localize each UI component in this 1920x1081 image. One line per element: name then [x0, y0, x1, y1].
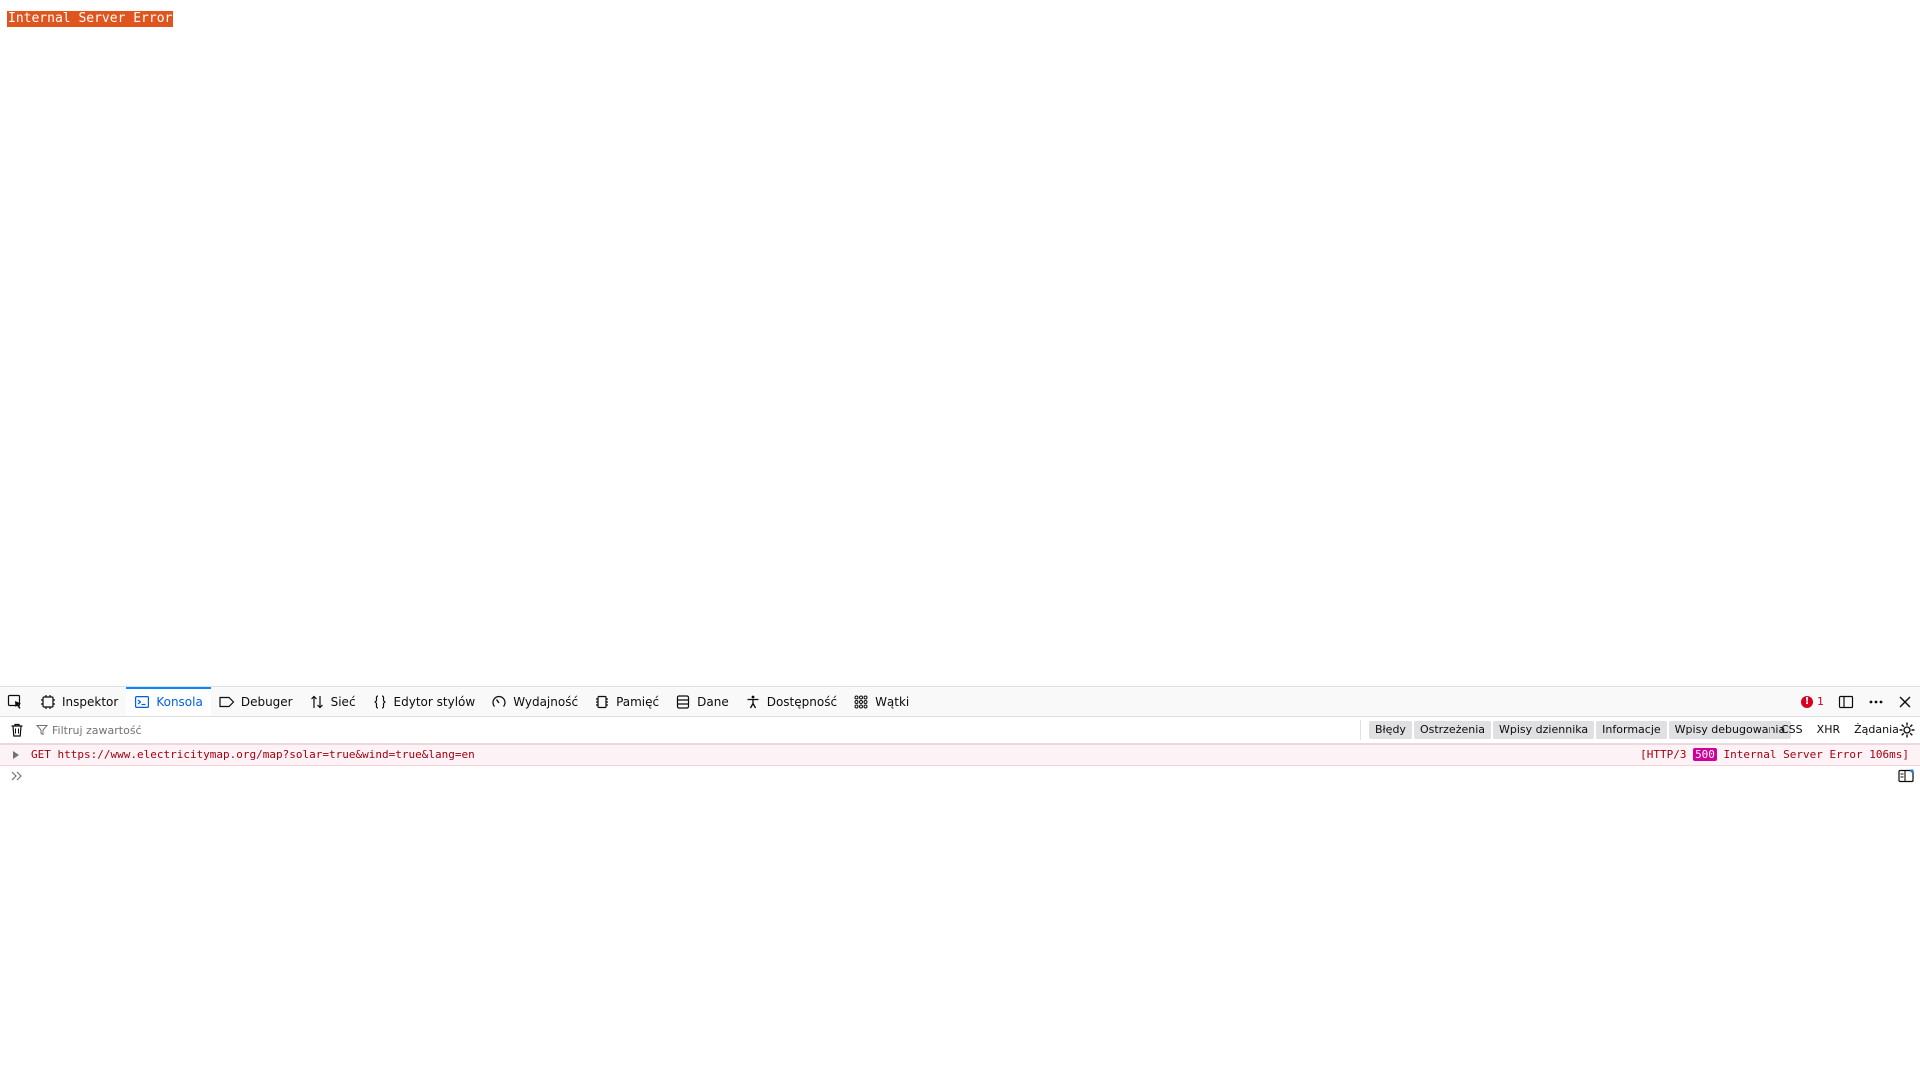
tab-label: Edytor stylów [393, 694, 476, 709]
tab-siec[interactable]: Sieć [301, 687, 364, 716]
tab-dane[interactable]: Dane [667, 687, 737, 716]
tab-label: Dostępność [766, 694, 838, 709]
expand-arrow-icon[interactable] [12, 745, 22, 765]
tab-label: Wątki [875, 694, 910, 709]
filter-xhr-button[interactable]: XHR [1811, 721, 1846, 739]
tab-label: Debuger [240, 694, 293, 709]
element-picker-icon[interactable] [6, 693, 24, 711]
filter-css-button[interactable]: CSS [1775, 721, 1809, 739]
editor-mode-toggle-icon[interactable] [1898, 769, 1914, 783]
storage-icon [675, 694, 691, 710]
tab-dostepnosc[interactable]: Dostępność [737, 687, 845, 716]
type-filters: CSS XHR Żądania [1770, 721, 1905, 739]
status-code-badge: 500 [1693, 748, 1717, 761]
performance-icon [491, 694, 507, 710]
settings-gear-icon[interactable] [1898, 721, 1916, 739]
close-icon[interactable] [1898, 695, 1912, 709]
tab-pamiec[interactable]: Pamięć [586, 687, 667, 716]
filter-icon [36, 724, 48, 736]
accessibility-icon [745, 694, 761, 710]
tab-edytor-stylow[interactable]: Edytor stylów [364, 687, 484, 716]
tab-label: Wydajność [513, 694, 579, 709]
filter-input[interactable]: Filtruj zawartość [52, 724, 142, 737]
toolbar-controls: ! 1 [1801, 687, 1912, 716]
devtools-toolbar: Inspektor Konsola Debuger Sieć Edytor st… [0, 687, 1920, 717]
filter-input-wrapper[interactable]: Filtruj zawartość [36, 720, 1361, 740]
page-error-text: Internal Server Error [7, 11, 174, 27]
tab-label: Pamięć [616, 694, 660, 709]
more-options-icon[interactable] [1868, 694, 1884, 710]
status-suffix: Internal Server Error 106ms] [1716, 748, 1909, 761]
clear-console-icon[interactable] [9, 722, 25, 738]
error-count-badge[interactable]: ! 1 [1801, 695, 1824, 708]
log-level-filters: Błędy Ostrzeżenia Wpisy dziennika Inform… [1369, 721, 1792, 739]
memory-icon [594, 694, 610, 710]
filter-info-button[interactable]: Informacje [1596, 721, 1667, 739]
style-editor-icon [372, 694, 388, 710]
filter-errors-button[interactable]: Błędy [1369, 721, 1412, 739]
filter-logs-button[interactable]: Wpisy dziennika [1493, 721, 1595, 739]
tab-wydajnosc[interactable]: Wydajność [483, 687, 586, 716]
page-viewport: Internal Server Error [0, 0, 1920, 686]
debugger-icon [219, 694, 235, 710]
devtools-tabs: Inspektor Konsola Debuger Sieć Edytor st… [32, 687, 917, 716]
console-filter-bar: Filtruj zawartość Błędy Ostrzeżenia Wpis… [0, 717, 1920, 744]
tab-label: Inspektor [62, 694, 119, 709]
network-icon [309, 694, 325, 710]
filter-requests-button[interactable]: Żądania [1848, 721, 1905, 739]
tab-watki[interactable]: Wątki [845, 687, 917, 716]
filter-warnings-button[interactable]: Ostrzeżenia [1413, 721, 1492, 739]
tab-konsola[interactable]: Konsola [126, 687, 211, 716]
console-icon [134, 694, 150, 710]
workers-icon [853, 694, 869, 710]
error-icon: ! [1801, 695, 1813, 708]
message-status: [HTTP/3 500 Internal Server Error 106ms] [1640, 745, 1909, 765]
dock-side-icon[interactable] [1838, 694, 1854, 710]
tab-inspektor[interactable]: Inspektor [32, 687, 126, 716]
tab-debuger[interactable]: Debuger [211, 687, 301, 716]
tab-label: Sieć [330, 694, 356, 709]
devtools-panel: Inspektor Konsola Debuger Sieć Edytor st… [0, 686, 1920, 1081]
message-request-url[interactable]: GET https://www.electricitymap.org/map?s… [31, 745, 475, 765]
chevron-prompt-icon [10, 769, 24, 783]
console-error-message[interactable]: GET https://www.electricitymap.org/map?s… [0, 744, 1920, 766]
status-prefix: [HTTP/3 [1640, 748, 1694, 761]
tab-label: Konsola [156, 694, 203, 709]
inspector-icon [40, 694, 56, 710]
error-count: 1 [1817, 695, 1824, 708]
console-input-row[interactable] [0, 765, 1920, 787]
tab-label: Dane [697, 694, 729, 709]
